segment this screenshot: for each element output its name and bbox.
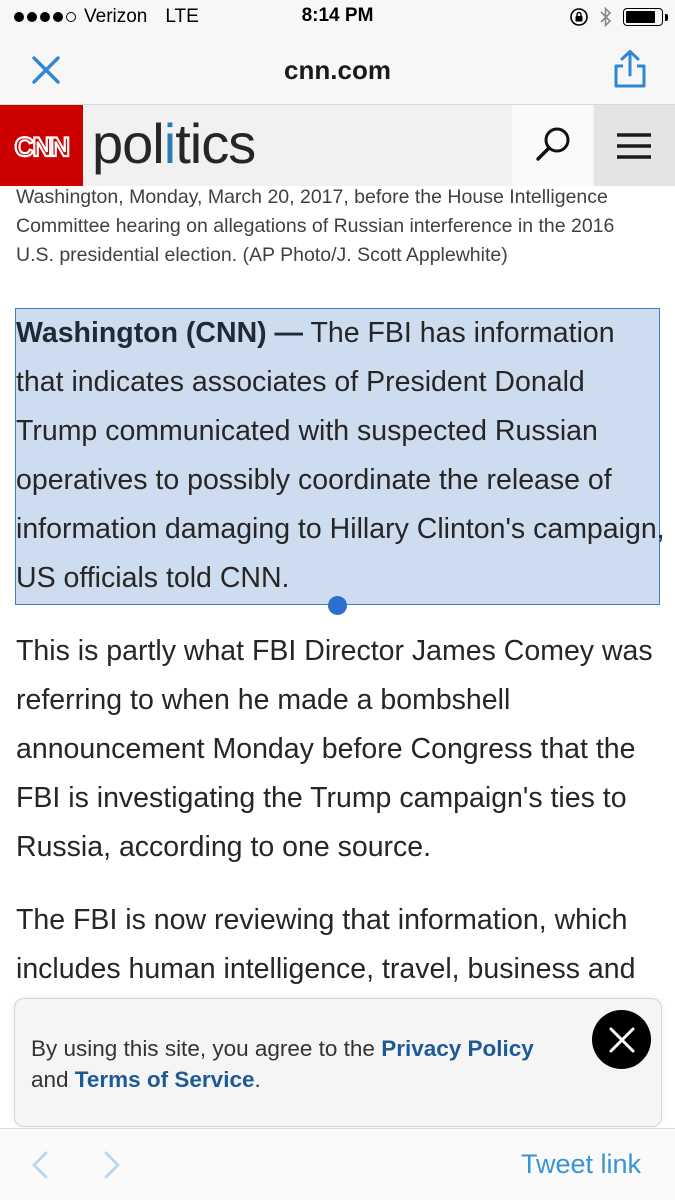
article-paragraph-1[interactable]: Washington (CNN) — The FBI has informati… (16, 309, 666, 603)
selection-handle[interactable] (328, 596, 347, 615)
cookie-close-button[interactable] (592, 1010, 651, 1069)
cookie-text: By using this site, you agree to the Pri… (31, 1033, 571, 1095)
url-label[interactable]: cnn.com (0, 55, 675, 86)
search-icon (536, 127, 570, 161)
privacy-policy-link[interactable]: Privacy Policy (381, 1036, 534, 1061)
chevron-right-icon (104, 1151, 120, 1179)
chevron-left-icon (32, 1151, 48, 1179)
section-title-part: tics (175, 112, 256, 175)
cookie-text-part: . (254, 1067, 261, 1092)
battery-level (626, 11, 655, 23)
browser-bar: cnn.com (0, 36, 675, 105)
logo-text: CNN (15, 132, 69, 162)
article-paragraph-3[interactable]: The FBI is now reviewing that informatio… (16, 896, 666, 994)
section-title-part: pol (92, 112, 165, 175)
hamburger-menu-icon (617, 133, 651, 159)
share-icon (614, 50, 646, 88)
section-title[interactable]: politics (92, 111, 256, 177)
search-button[interactable] (512, 105, 593, 186)
photo-caption: Washington, Monday, March 20, 2017, befo… (16, 186, 615, 266)
bluetooth-icon (600, 6, 612, 28)
status-bar: Verizon LTE 8:14 PM (0, 0, 675, 36)
section-title-accent: i (163, 112, 176, 175)
status-right (569, 6, 668, 28)
site-header: CNN politics (0, 105, 675, 186)
article-paragraph-2[interactable]: This is partly what FBI Director James C… (16, 627, 666, 872)
dateline: Washington (CNN) — (16, 317, 304, 349)
cookie-consent-banner: By using this site, you agree to the Pri… (14, 998, 662, 1127)
cookie-text-part: and (31, 1067, 75, 1092)
paragraph-text: The FBI has information that indicates a… (16, 317, 665, 594)
cnn-logo[interactable]: CNN (0, 105, 83, 186)
tweet-link-button[interactable]: Tweet link (521, 1149, 641, 1180)
forward-button[interactable] (100, 1149, 124, 1181)
battery-icon (623, 8, 668, 26)
terms-of-service-link[interactable]: Terms of Service (75, 1067, 255, 1092)
close-icon (609, 1027, 634, 1052)
share-button[interactable] (611, 48, 649, 90)
back-button[interactable] (28, 1149, 52, 1181)
bottom-toolbar: Tweet link (0, 1128, 675, 1200)
cookie-text-part: By using this site, you agree to the (31, 1036, 382, 1061)
orientation-lock-icon (570, 8, 588, 26)
menu-button[interactable] (594, 105, 675, 186)
cnn-logo-mark: CNN (13, 131, 71, 163)
